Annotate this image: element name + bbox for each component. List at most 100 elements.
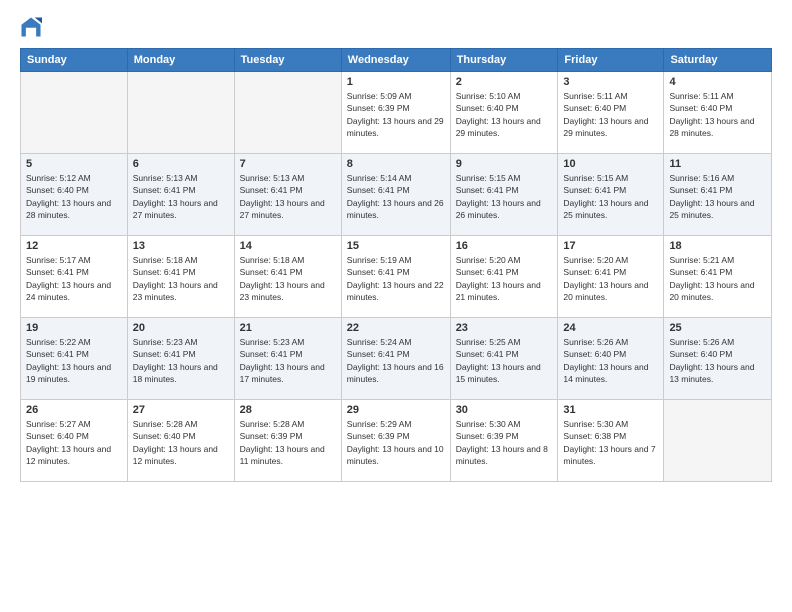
day-info: Sunrise: 5:28 AM Sunset: 6:40 PM Dayligh…: [133, 418, 229, 467]
day-cell: 31 Sunrise: 5:30 AM Sunset: 6:38 PM Dayli…: [558, 400, 664, 482]
day-cell: 21 Sunrise: 5:23 AM Sunset: 6:41 PM Dayli…: [234, 318, 341, 400]
day-cell: 23 Sunrise: 5:25 AM Sunset: 6:41 PM Dayli…: [450, 318, 558, 400]
day-cell: 18Sunrise: 5:21 AM Sunset: 6:41 PM Dayli…: [664, 236, 772, 318]
day-number: 2: [456, 76, 553, 88]
day-info: Sunrise: 5:24 AM Sunset: 6:41 PM Dayligh…: [347, 336, 445, 385]
day-info: Sunrise: 5:23 AM Sunset: 6:41 PM Dayligh…: [133, 336, 229, 385]
weekday-header-friday: Friday: [558, 49, 664, 72]
day-cell: 8 Sunrise: 5:14 AM Sunset: 6:41 PM Daylig…: [341, 154, 450, 236]
day-cell: 15 Sunrise: 5:19 AM Sunset: 6:41 PM Dayli…: [341, 236, 450, 318]
day-info: Sunrise: 5:29 AM Sunset: 6:39 PM Dayligh…: [347, 418, 445, 467]
day-info: Sunrise: 5:20 AM Sunset: 6:41 PM Dayligh…: [563, 254, 658, 303]
day-cell: 27 Sunrise: 5:28 AM Sunset: 6:40 PM Dayli…: [127, 400, 234, 482]
day-cell: 14 Sunrise: 5:18 AM Sunset: 6:41 PM Dayli…: [234, 236, 341, 318]
day-number: 21: [240, 322, 336, 334]
day-info: Sunrise: 5:09 AM Sunset: 6:39 PM Dayligh…: [347, 90, 445, 139]
day-cell: 3 Sunrise: 5:11 AM Sunset: 6:40 PM Daylig…: [558, 72, 664, 154]
day-number: 7: [240, 158, 336, 170]
day-number: 3: [563, 76, 658, 88]
week-row-2: 12Sunrise: 5:17 AM Sunset: 6:41 PM Dayli…: [21, 236, 772, 318]
weekday-header-row: SundayMondayTuesdayWednesdayThursdayFrid…: [21, 49, 772, 72]
day-cell: 16 Sunrise: 5:20 AM Sunset: 6:41 PM Dayli…: [450, 236, 558, 318]
day-info: Sunrise: 5:18 AM Sunset: 6:41 PM Dayligh…: [240, 254, 336, 303]
day-number: 28: [240, 404, 336, 416]
day-info: Sunrise: 5:14 AM Sunset: 6:41 PM Dayligh…: [347, 172, 445, 221]
day-number: 10: [563, 158, 658, 170]
day-info: Sunrise: 5:27 AM Sunset: 6:40 PM Dayligh…: [26, 418, 122, 467]
day-number: 22: [347, 322, 445, 334]
day-info: Sunrise: 5:20 AM Sunset: 6:41 PM Dayligh…: [456, 254, 553, 303]
day-info: Sunrise: 5:28 AM Sunset: 6:39 PM Dayligh…: [240, 418, 336, 467]
day-info: Sunrise: 5:30 AM Sunset: 6:38 PM Dayligh…: [563, 418, 658, 467]
day-number: 27: [133, 404, 229, 416]
day-cell: 1 Sunrise: 5:09 AM Sunset: 6:39 PM Daylig…: [341, 72, 450, 154]
day-number: 26: [26, 404, 122, 416]
week-row-0: 1 Sunrise: 5:09 AM Sunset: 6:39 PM Daylig…: [21, 72, 772, 154]
day-info: Sunrise: 5:25 AM Sunset: 6:41 PM Dayligh…: [456, 336, 553, 385]
day-cell: 11 Sunrise: 5:16 AM Sunset: 6:41 PM Dayli…: [664, 154, 772, 236]
day-info: Sunrise: 5:16 AM Sunset: 6:41 PM Dayligh…: [669, 172, 766, 221]
day-cell: 10Sunrise: 5:15 AM Sunset: 6:41 PM Dayli…: [558, 154, 664, 236]
day-number: 29: [347, 404, 445, 416]
day-info: Sunrise: 5:18 AM Sunset: 6:41 PM Dayligh…: [133, 254, 229, 303]
day-cell: 12Sunrise: 5:17 AM Sunset: 6:41 PM Dayli…: [21, 236, 128, 318]
day-cell: 30Sunrise: 5:30 AM Sunset: 6:39 PM Dayli…: [450, 400, 558, 482]
day-number: 30: [456, 404, 553, 416]
day-cell: [21, 72, 128, 154]
day-info: Sunrise: 5:10 AM Sunset: 6:40 PM Dayligh…: [456, 90, 553, 139]
weekday-header-tuesday: Tuesday: [234, 49, 341, 72]
day-cell: 2 Sunrise: 5:10 AM Sunset: 6:40 PM Daylig…: [450, 72, 558, 154]
logo: [20, 16, 46, 38]
weekday-header-monday: Monday: [127, 49, 234, 72]
day-number: 14: [240, 240, 336, 252]
day-cell: 28 Sunrise: 5:28 AM Sunset: 6:39 PM Dayli…: [234, 400, 341, 482]
day-info: Sunrise: 5:26 AM Sunset: 6:40 PM Dayligh…: [669, 336, 766, 385]
day-cell: 22 Sunrise: 5:24 AM Sunset: 6:41 PM Dayli…: [341, 318, 450, 400]
day-cell: 19 Sunrise: 5:22 AM Sunset: 6:41 PM Dayli…: [21, 318, 128, 400]
calendar-table: SundayMondayTuesdayWednesdayThursdayFrid…: [20, 48, 772, 482]
weekday-header-thursday: Thursday: [450, 49, 558, 72]
day-info: Sunrise: 5:19 AM Sunset: 6:41 PM Dayligh…: [347, 254, 445, 303]
day-info: Sunrise: 5:26 AM Sunset: 6:40 PM Dayligh…: [563, 336, 658, 385]
day-number: 1: [347, 76, 445, 88]
day-number: 17: [563, 240, 658, 252]
day-cell: 5 Sunrise: 5:12 AM Sunset: 6:40 PM Daylig…: [21, 154, 128, 236]
day-number: 11: [669, 158, 766, 170]
day-cell: 29 Sunrise: 5:29 AM Sunset: 6:39 PM Dayli…: [341, 400, 450, 482]
day-info: Sunrise: 5:17 AM Sunset: 6:41 PM Dayligh…: [26, 254, 122, 303]
weekday-header-sunday: Sunday: [21, 49, 128, 72]
day-info: Sunrise: 5:12 AM Sunset: 6:40 PM Dayligh…: [26, 172, 122, 221]
day-cell: [127, 72, 234, 154]
logo-icon: [20, 16, 42, 38]
weekday-header-saturday: Saturday: [664, 49, 772, 72]
day-number: 15: [347, 240, 445, 252]
day-cell: 7 Sunrise: 5:13 AM Sunset: 6:41 PM Daylig…: [234, 154, 341, 236]
day-number: 20: [133, 322, 229, 334]
page: SundayMondayTuesdayWednesdayThursdayFrid…: [0, 0, 792, 612]
day-number: 25: [669, 322, 766, 334]
day-number: 16: [456, 240, 553, 252]
day-info: Sunrise: 5:11 AM Sunset: 6:40 PM Dayligh…: [669, 90, 766, 139]
header: [20, 16, 772, 38]
day-number: 19: [26, 322, 122, 334]
day-number: 6: [133, 158, 229, 170]
week-row-4: 26 Sunrise: 5:27 AM Sunset: 6:40 PM Dayli…: [21, 400, 772, 482]
day-cell: 6Sunrise: 5:13 AM Sunset: 6:41 PM Daylig…: [127, 154, 234, 236]
day-cell: 9Sunrise: 5:15 AM Sunset: 6:41 PM Daylig…: [450, 154, 558, 236]
day-cell: 26 Sunrise: 5:27 AM Sunset: 6:40 PM Dayli…: [21, 400, 128, 482]
day-number: 5: [26, 158, 122, 170]
day-info: Sunrise: 5:13 AM Sunset: 6:41 PM Dayligh…: [240, 172, 336, 221]
day-number: 31: [563, 404, 658, 416]
day-cell: [664, 400, 772, 482]
week-row-3: 19 Sunrise: 5:22 AM Sunset: 6:41 PM Dayli…: [21, 318, 772, 400]
day-number: 23: [456, 322, 553, 334]
day-cell: 4 Sunrise: 5:11 AM Sunset: 6:40 PM Daylig…: [664, 72, 772, 154]
day-number: 18: [669, 240, 766, 252]
day-number: 4: [669, 76, 766, 88]
day-number: 8: [347, 158, 445, 170]
day-cell: 20 Sunrise: 5:23 AM Sunset: 6:41 PM Dayli…: [127, 318, 234, 400]
day-info: Sunrise: 5:11 AM Sunset: 6:40 PM Dayligh…: [563, 90, 658, 139]
day-info: Sunrise: 5:23 AM Sunset: 6:41 PM Dayligh…: [240, 336, 336, 385]
day-info: Sunrise: 5:22 AM Sunset: 6:41 PM Dayligh…: [26, 336, 122, 385]
day-cell: 17 Sunrise: 5:20 AM Sunset: 6:41 PM Dayli…: [558, 236, 664, 318]
